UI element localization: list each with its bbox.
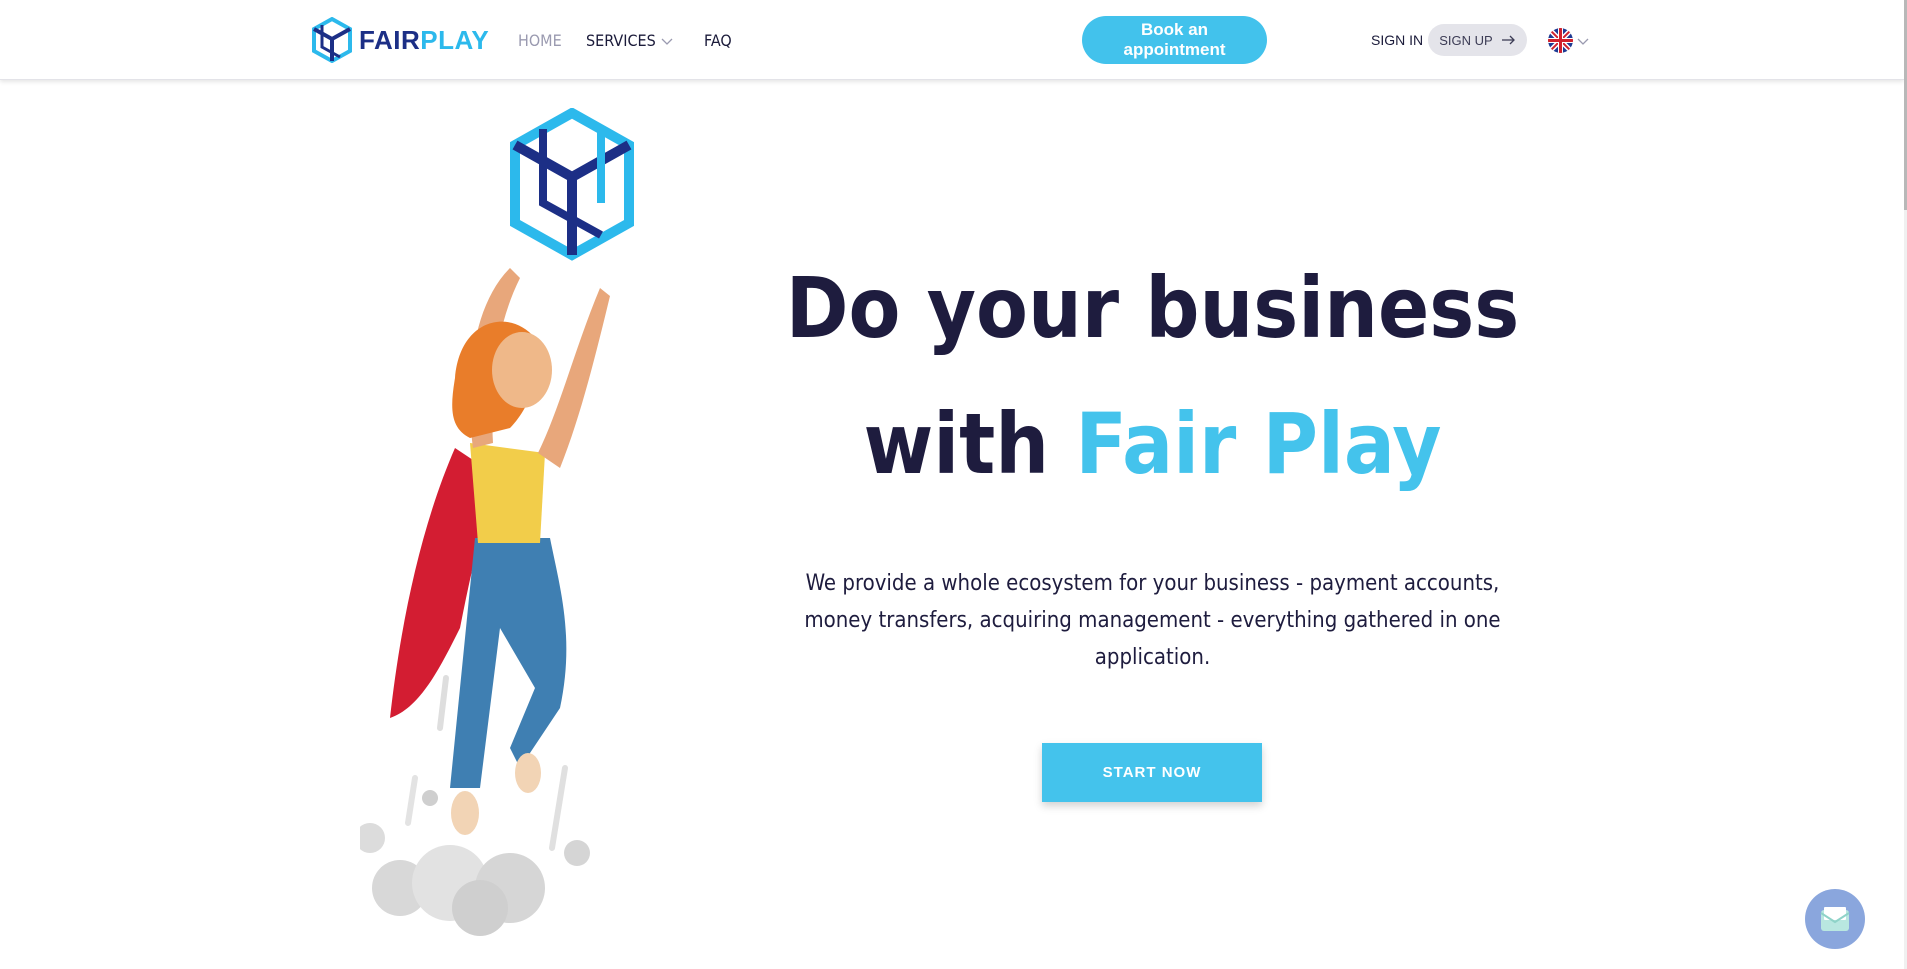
nav-faq[interactable]: FAQ: [704, 31, 732, 51]
hero-torso: [470, 443, 545, 543]
floating-logo-cube: [510, 108, 634, 261]
site-header: FAIRPLAY HOME SERVICES FAQ Book an appoi…: [0, 0, 1904, 80]
hero-title-accent: Fair Play: [1075, 395, 1442, 493]
chat-widget-button[interactable]: [1805, 889, 1865, 949]
sign-up-label: SIGN UP: [1439, 32, 1493, 48]
chevron-down-icon: [1577, 38, 1589, 45]
nav-home[interactable]: HOME: [518, 31, 562, 51]
arrow-right-icon: [1501, 35, 1515, 45]
nav-services-label: SERVICES: [586, 31, 656, 50]
uk-flag-icon: [1548, 28, 1573, 53]
sign-in-link[interactable]: SIGN IN: [1371, 31, 1423, 49]
hero-description: We provide a whole ecosystem for your bu…: [804, 571, 1501, 670]
hero-illustration: [360, 108, 634, 936]
hero-face: [492, 332, 552, 408]
language-selector[interactable]: [1548, 28, 1589, 53]
brand-name-play: PLAY: [420, 24, 490, 55]
start-now-button[interactable]: START NOW: [1042, 743, 1262, 802]
brand-logo[interactable]: FAIRPLAY: [312, 16, 489, 64]
chevron-down-icon: [661, 38, 673, 45]
fairplay-logo-icon: [312, 17, 352, 63]
book-appointment-button[interactable]: Book an appointment: [1082, 16, 1267, 64]
nav-services[interactable]: SERVICES: [586, 31, 673, 51]
brand-name-fair: FAIR: [359, 24, 421, 55]
brand-name: FAIRPLAY: [359, 25, 489, 56]
chat-envelope-icon: [1820, 907, 1850, 931]
sign-up-button[interactable]: SIGN UP: [1428, 24, 1527, 56]
hero-title-line1: Do your business: [785, 259, 1520, 357]
hero-title-prefix: with: [863, 395, 1076, 493]
hero-title-line2: with Fair Play: [690, 376, 1615, 512]
hero-title: Do your business with Fair Play: [690, 240, 1615, 512]
